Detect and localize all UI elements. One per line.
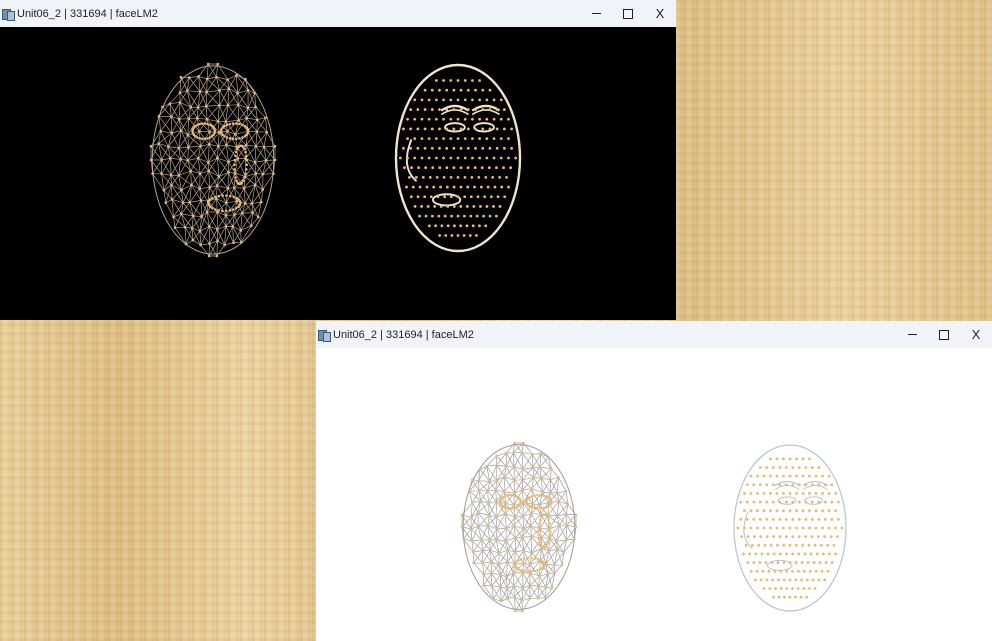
maximize-button[interactable]	[612, 0, 644, 27]
face-contour-landmarks	[736, 457, 844, 599]
minimize-icon	[591, 13, 601, 14]
close-button[interactable]: X	[960, 321, 992, 348]
window-title: Unit06_2 | 331694 | faceLM2	[17, 7, 158, 20]
minimize-button[interactable]	[580, 0, 612, 27]
top-window: Unit06_2 | 331694 | faceLM2 X	[0, 0, 676, 320]
maximize-button[interactable]	[928, 321, 960, 348]
maximize-icon	[939, 329, 949, 340]
window-controls: X	[896, 321, 992, 348]
app-icon	[318, 329, 331, 342]
minimize-icon	[907, 334, 917, 335]
close-button[interactable]: X	[644, 0, 676, 27]
maximize-icon	[623, 8, 633, 19]
bottom-window: Unit06_2 | 331694 | faceLM2 X	[316, 321, 992, 641]
face-render	[149, 62, 522, 258]
title-bar[interactable]: Unit06_2 | 331694 | faceLM2 X	[316, 321, 992, 348]
render-canvas[interactable]	[316, 348, 992, 641]
close-icon: X	[971, 327, 981, 342]
face-contour-landmarks	[398, 79, 518, 237]
window-controls: X	[580, 0, 676, 27]
render-canvas[interactable]	[0, 27, 676, 320]
close-icon: X	[655, 6, 665, 21]
app-icon	[2, 8, 15, 21]
face-render	[460, 441, 847, 613]
window-title: Unit06_2 | 331694 | faceLM2	[333, 328, 474, 341]
minimize-button[interactable]	[896, 321, 928, 348]
face-mesh-wireframe	[150, 63, 276, 257]
title-bar[interactable]: Unit06_2 | 331694 | faceLM2 X	[0, 0, 676, 27]
